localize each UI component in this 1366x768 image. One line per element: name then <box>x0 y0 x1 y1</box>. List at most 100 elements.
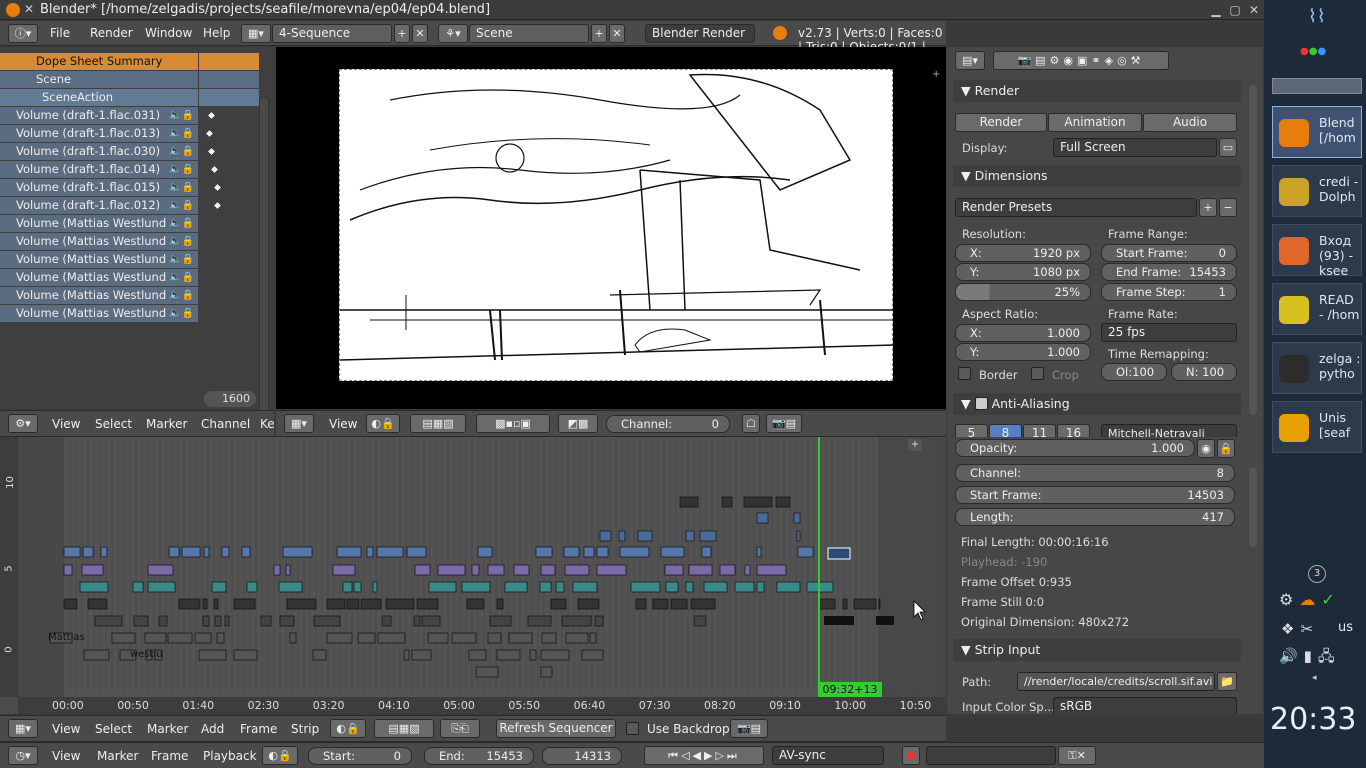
animation-button[interactable]: Animation <box>1048 113 1142 132</box>
sequencer-strip[interactable] <box>685 530 695 542</box>
seq-copy-paste-icon[interactable]: ⎘⎗ <box>440 719 480 738</box>
channel-mute-lock-icons[interactable]: 🔈🔒 <box>169 143 194 160</box>
seq-menu-add[interactable]: Add <box>201 722 224 736</box>
black-strip[interactable] <box>876 616 894 625</box>
sequencer-strip[interactable] <box>596 564 627 576</box>
black-strip[interactable] <box>824 616 854 625</box>
sequencer-strip[interactable] <box>100 546 108 558</box>
timeline-menu-marker[interactable]: Marker <box>97 749 138 763</box>
sequencer-strip[interactable] <box>326 632 353 644</box>
sequencer-strip[interactable] <box>79 581 109 593</box>
keying-icons[interactable]: ⚿✕ <box>1058 746 1096 765</box>
dopesheet-channel-row[interactable]: Volume (Mattias Westlund 🔈🔒 <box>0 305 198 322</box>
channel-mute-lock-icons[interactable]: 🔈🔒 <box>169 215 194 232</box>
dopesheet-channel-row[interactable]: Volume (Mattias Westlund 🔈🔒 <box>0 215 198 232</box>
sequencer-strip[interactable] <box>414 564 431 576</box>
sequencer-editor-icon[interactable]: ▦▾ <box>284 414 314 433</box>
sequencer-strip[interactable] <box>508 632 533 644</box>
preview-plus-icon[interactable]: + <box>932 69 940 80</box>
playhead-line[interactable] <box>818 437 820 692</box>
dopesheet-scene-row[interactable]: Scene <box>0 71 198 88</box>
anti-aliasing-panel-header[interactable]: ▼ Anti-Aliasing <box>953 393 1241 415</box>
dopesheet-summary-row[interactable]: Dope Sheet Summary <box>0 53 198 70</box>
color-space-select[interactable]: sRGB <box>1053 697 1237 714</box>
sequencer-strip[interactable] <box>577 598 600 610</box>
preview-channel-field[interactable]: Channel: 0 <box>606 415 730 433</box>
taskbar-task[interactable]: credi - Dolph <box>1272 165 1362 217</box>
close-icon[interactable]: ✕ <box>24 2 34 16</box>
close-window-button[interactable]: ✕ <box>1246 2 1262 18</box>
color-dots-icon[interactable]: ●●● <box>1300 46 1326 57</box>
properties-editor-icon[interactable]: ▤▾ <box>955 51 985 70</box>
sequencer-strip[interactable] <box>381 615 392 627</box>
dopesheet-scrollbar[interactable] <box>259 97 269 433</box>
sequencer-strip[interactable] <box>471 564 480 576</box>
refresh-sequencer-button[interactable]: Refresh Sequencer <box>496 719 616 738</box>
sequencer-strip[interactable] <box>147 564 174 576</box>
sequencer-strip[interactable] <box>273 564 281 576</box>
keyframe-diamond[interactable] <box>209 164 220 175</box>
sequencer-strip[interactable] <box>690 598 716 610</box>
sequencer-strip[interactable] <box>806 581 834 593</box>
audio-button[interactable]: Audio <box>1143 113 1237 132</box>
ghost-icon[interactable]: ☖ <box>742 414 760 433</box>
sequencer-strip[interactable] <box>158 615 168 627</box>
launcher-icon[interactable]: ⌇⌇ <box>1308 6 1326 27</box>
strip-props-scrollbar[interactable] <box>1249 467 1257 547</box>
channel-mute-lock-icons[interactable]: 🔈🔒 <box>169 161 194 178</box>
taskbar-task[interactable]: zelga : pytho <box>1272 342 1362 394</box>
sequencer-strip[interactable] <box>487 632 502 644</box>
tray-icons-row2[interactable]: ❖✂ <box>1281 620 1319 638</box>
sequencer-strip[interactable] <box>413 615 421 627</box>
sync-select[interactable]: AV-sync <box>772 746 884 765</box>
sequencer-strip[interactable] <box>336 546 362 558</box>
add-screen-button[interactable]: + <box>394 24 410 43</box>
sequencer-strip[interactable] <box>541 632 557 644</box>
sequencer-strip[interactable] <box>241 546 251 558</box>
render-button[interactable]: Render <box>955 113 1047 132</box>
seq-menu-view[interactable]: View <box>52 722 80 736</box>
sequencer-strip[interactable] <box>111 632 136 644</box>
sequencer-strip[interactable] <box>214 615 222 627</box>
channels-icon[interactable]: ▩▪▫▣ <box>476 414 550 433</box>
sequencer-strip[interactable] <box>685 581 694 593</box>
sequencer-strip[interactable] <box>756 512 769 524</box>
record-button[interactable]: ● <box>902 746 920 765</box>
taskbar-task[interactable]: Unis [seaf <box>1272 401 1362 453</box>
sequencer-strip[interactable] <box>734 581 755 593</box>
sequencer-strip[interactable] <box>796 530 801 542</box>
scene-field[interactable]: Scene <box>469 24 589 43</box>
info-editor-icon[interactable]: ⓘ▾ <box>8 24 38 43</box>
sequencer-strip[interactable] <box>326 598 346 610</box>
sequencer-strip[interactable] <box>793 512 801 524</box>
aa-sample-8[interactable]: 8 <box>989 424 1022 437</box>
sequencer-strip[interactable] <box>82 546 94 558</box>
dopesheet-frame-value[interactable]: 1600 <box>204 391 256 407</box>
color-channels-icon[interactable]: ◩▩ <box>558 414 598 433</box>
sequencer-strip[interactable] <box>233 649 258 661</box>
sequencer-strip[interactable] <box>776 581 801 593</box>
timeline-current-frame[interactable]: 14313 <box>542 747 622 765</box>
sequencer-strip[interactable] <box>132 581 144 593</box>
sequencer-strip[interactable] <box>83 649 110 661</box>
sequencer-strip[interactable] <box>421 615 441 627</box>
timeline-menu-frame[interactable]: Frame <box>151 749 188 763</box>
dopesheet-channel-row[interactable]: Volume (Mattias Westlund 🔈🔒 <box>0 233 198 250</box>
sequencer-strip[interactable] <box>427 632 449 644</box>
sequencer-strip[interactable] <box>719 564 736 576</box>
display-mode-icon[interactable]: ▤▦▧ <box>410 414 466 433</box>
sequencer-strip[interactable] <box>583 546 595 558</box>
sequencer-strip[interactable] <box>797 546 814 558</box>
sequencer-strip[interactable] <box>466 598 485 610</box>
sequencer-strip[interactable] <box>618 530 626 542</box>
dopesheet-menu-view[interactable]: View <box>52 417 80 431</box>
sequencer-strip[interactable] <box>540 666 553 678</box>
sequencer-strip[interactable] <box>366 546 374 558</box>
sequencer-strip[interactable] <box>403 649 410 661</box>
dopesheet-channel-row[interactable]: Volume (draft-1.flac.015) 🔈🔒 <box>0 179 198 196</box>
taskbar-task[interactable]: Blend [/hom <box>1272 106 1362 158</box>
use-backdrop-checkbox[interactable] <box>626 722 639 735</box>
sequencer-strip[interactable] <box>477 546 493 558</box>
sequencer-strip[interactable] <box>406 546 427 558</box>
timeline-start-field[interactable]: Start: 0 <box>308 747 412 765</box>
